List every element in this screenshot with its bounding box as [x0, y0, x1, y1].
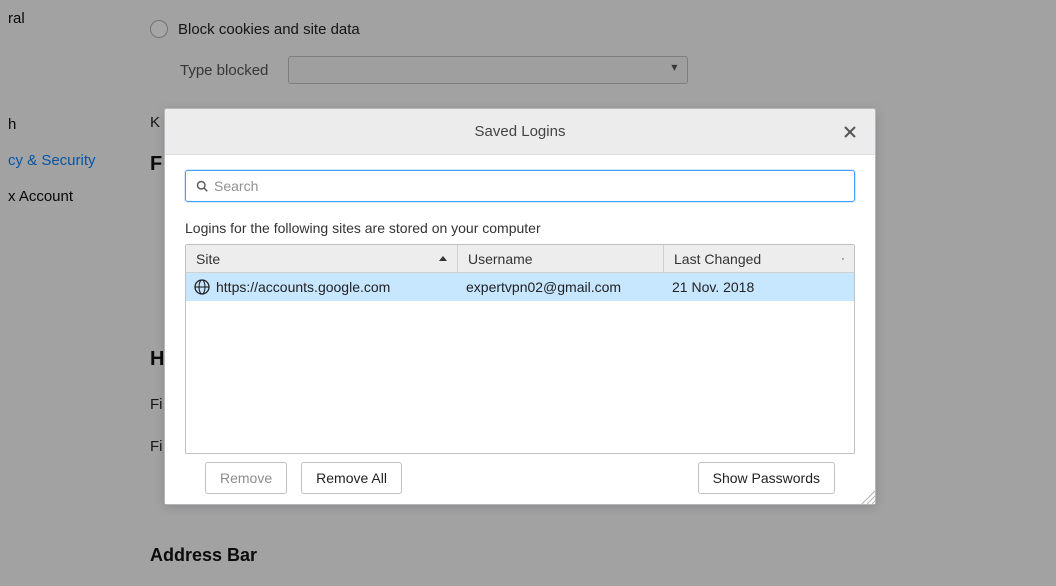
globe-icon [194, 279, 210, 295]
column-label: Last Changed [674, 251, 761, 267]
column-site[interactable]: Site [186, 245, 458, 272]
button-label: Remove [220, 470, 272, 486]
column-picker[interactable] [832, 245, 854, 272]
cell-date-text: 21 Nov. 2018 [672, 279, 754, 295]
columns-icon [842, 253, 844, 265]
cell-username-text: expertvpn02@gmail.com [466, 279, 621, 295]
search-icon [196, 180, 208, 192]
table-body: https://accounts.google.com expertvpn02@… [186, 273, 854, 453]
cell-username: expertvpn02@gmail.com [458, 273, 664, 301]
column-username[interactable]: Username [458, 245, 664, 272]
search-field-wrap[interactable] [185, 170, 855, 202]
show-passwords-button[interactable]: Show Passwords [698, 462, 835, 494]
logins-table: Site Username Last Changed [185, 244, 855, 454]
sort-asc-icon [439, 256, 447, 261]
dialog-description: Logins for the following sites are store… [185, 220, 855, 236]
table-row[interactable]: https://accounts.google.com expertvpn02@… [186, 273, 854, 301]
cell-last-changed: 21 Nov. 2018 [664, 273, 854, 301]
column-label: Username [468, 251, 533, 267]
table-header: Site Username Last Changed [186, 245, 854, 273]
resize-grip-icon [858, 487, 876, 505]
dialog-footer: Remove Remove All Show Passwords [185, 454, 855, 494]
cell-site-url: https://accounts.google.com [216, 279, 390, 295]
dialog-title: Saved Logins [475, 123, 566, 140]
cell-site: https://accounts.google.com [186, 273, 458, 301]
remove-button[interactable]: Remove [205, 462, 287, 494]
dialog-header: Saved Logins [165, 109, 875, 155]
close-icon [844, 126, 856, 138]
dialog-body: Logins for the following sites are store… [165, 155, 875, 504]
button-label: Remove All [316, 470, 387, 486]
close-button[interactable] [835, 117, 865, 147]
remove-all-button[interactable]: Remove All [301, 462, 402, 494]
saved-logins-dialog: Saved Logins Logins for the following si… [164, 108, 876, 505]
column-label: Site [196, 251, 220, 267]
column-last-changed[interactable]: Last Changed [664, 245, 832, 272]
search-input[interactable] [214, 178, 844, 194]
resize-handle[interactable] [858, 487, 876, 505]
button-label: Show Passwords [713, 470, 820, 486]
